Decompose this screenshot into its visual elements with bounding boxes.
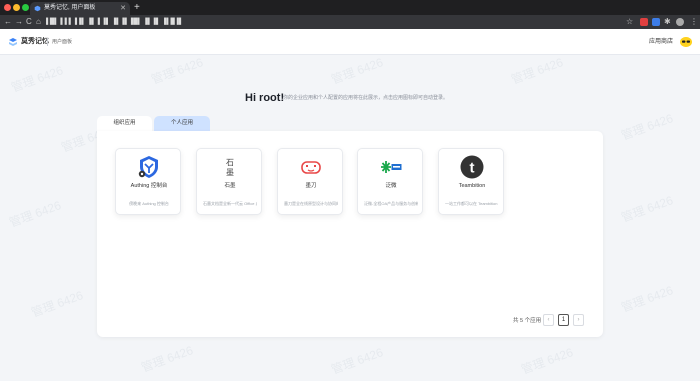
favicon-icon <box>34 5 41 12</box>
watermark: 管理 6426 <box>149 55 205 87</box>
watermark: 管理 6426 <box>519 345 575 377</box>
watermark: 管理 6426 <box>29 288 85 320</box>
watermark: 管理 6426 <box>619 111 675 143</box>
maximize-window-button[interactable] <box>22 4 29 11</box>
app-name: 墨刀 <box>305 183 317 189</box>
svg-text:墨: 墨 <box>226 168 234 177</box>
app-description: 傍晚来 Authing 控制台 <box>129 201 169 206</box>
browser-toolbar: ← → C ⌂ ▐ █▌▐▐ ▌▐▐▌ ▐▌▐ ▐▌ ▐▌▐▌▐█▌ ▐▌▐▌ … <box>0 15 700 29</box>
home-icon[interactable]: ⌂ <box>36 16 41 28</box>
app-name: 石墨 <box>224 183 236 189</box>
modao-icon <box>301 161 321 174</box>
watermark: 管理 6426 <box>139 343 195 375</box>
greeting-description: 你的企业应用和个人配置的应用将在此展示，点击应用图标即可自动登录。 <box>283 95 449 101</box>
watermark: 管理 6426 <box>329 55 385 87</box>
bookmark-star-icon[interactable]: ☆ <box>626 16 633 28</box>
shimo-icon: 石 墨 <box>226 158 234 177</box>
app-card-teambition[interactable]: t Teambition 一站工作都可以在 Teambition 中做，无... <box>438 148 504 215</box>
watermark: 管理 6426 <box>7 198 63 230</box>
app-card-modao[interactable]: 墨刀 墨刀是全在线原型设计与协同的工具，专业... <box>277 148 343 215</box>
extension-icon[interactable] <box>652 18 660 26</box>
address-bar[interactable]: ▐ █▌▐▐ ▌▐▐▌ ▐▌▐ ▐▌ ▐▌▐▌▐█▌ ▐▌▐▌ ▐▌█▐▌ <box>44 17 616 27</box>
app-description: 石墨文档是全新一代云 Office 办公软件，支... <box>203 201 257 206</box>
reload-icon[interactable]: C <box>26 16 32 28</box>
app-name: 泛微 <box>385 183 397 189</box>
browser-menu-icon[interactable]: ⋮ <box>690 16 698 28</box>
app-card-authing[interactable]: Authing 控制台 傍晚来 Authing 控制台 <box>115 148 181 215</box>
app-description: 一站工作都可以在 Teambition 中做，无... <box>445 201 499 206</box>
browser-tab-bar: 莫秀记忆, 用户面板 ✕ + <box>0 0 700 15</box>
browser-tab-title: 莫秀记忆, 用户面板 <box>44 5 96 11</box>
svg-text:石: 石 <box>226 158 234 167</box>
pagination-prev-button[interactable]: ‹ <box>543 314 554 326</box>
brand-logo-icon <box>9 38 17 46</box>
forward-icon[interactable]: → <box>15 16 23 28</box>
tab-organization-apps[interactable]: 组织应用 <box>97 116 152 131</box>
svg-text:t: t <box>470 160 475 177</box>
watermark: 管理 6426 <box>329 345 385 377</box>
app-card-weaver[interactable]: 泛微 泛微-全程OA产品与服务与创新，提供专业... <box>357 148 423 215</box>
close-window-button[interactable] <box>4 4 11 11</box>
weaver-icon <box>381 161 402 173</box>
close-tab-icon[interactable]: ✕ <box>120 2 126 15</box>
watermark: 管理 6426 <box>619 193 675 225</box>
user-avatar[interactable] <box>680 37 692 47</box>
app-name: Teambition <box>458 183 486 189</box>
pagination-next-button[interactable]: › <box>573 314 584 326</box>
authing-icon <box>138 156 158 178</box>
brand-divider <box>47 38 48 46</box>
app-description: 墨刀是全在线原型设计与协同的工具，专业... <box>284 201 338 206</box>
brand-name: 莫秀记忆 <box>21 38 49 45</box>
app-description: 泛微-全程OA产品与服务与创新，提供专业... <box>364 201 418 206</box>
tab-personal-apps[interactable]: 个人应用 <box>154 116 210 131</box>
greeting-title: Hi root! <box>245 92 285 104</box>
profile-icon[interactable] <box>676 18 684 26</box>
new-tab-button[interactable]: + <box>134 1 140 14</box>
minimize-window-button[interactable] <box>13 4 20 11</box>
panel-subtitle: 用户面板 <box>52 39 73 45</box>
app-card-shimo[interactable]: 石 墨 石墨 石墨文档是全新一代云 Office 办公软件，支... <box>196 148 262 215</box>
app-name: Authing 控制台 <box>130 183 168 189</box>
pagination-total: 共 5 个应用 <box>513 318 542 324</box>
extensions-puzzle-icon[interactable]: ✱ <box>664 16 671 28</box>
teambition-icon: t <box>460 155 484 179</box>
browser-tab[interactable]: 莫秀记忆, 用户面板 ✕ <box>30 2 130 15</box>
back-icon[interactable]: ← <box>4 16 12 28</box>
watermark: 管理 6426 <box>619 283 675 315</box>
pagination-page-1[interactable]: 1 <box>558 314 569 326</box>
watermark: 管理 6426 <box>509 55 565 87</box>
app-store-link[interactable]: 应用商店 <box>649 38 673 46</box>
extension-icon[interactable] <box>640 18 648 26</box>
watermark: 管理 6426 <box>9 63 65 95</box>
app-header: 莫秀记忆 用户面板 应用商店 <box>0 29 700 55</box>
